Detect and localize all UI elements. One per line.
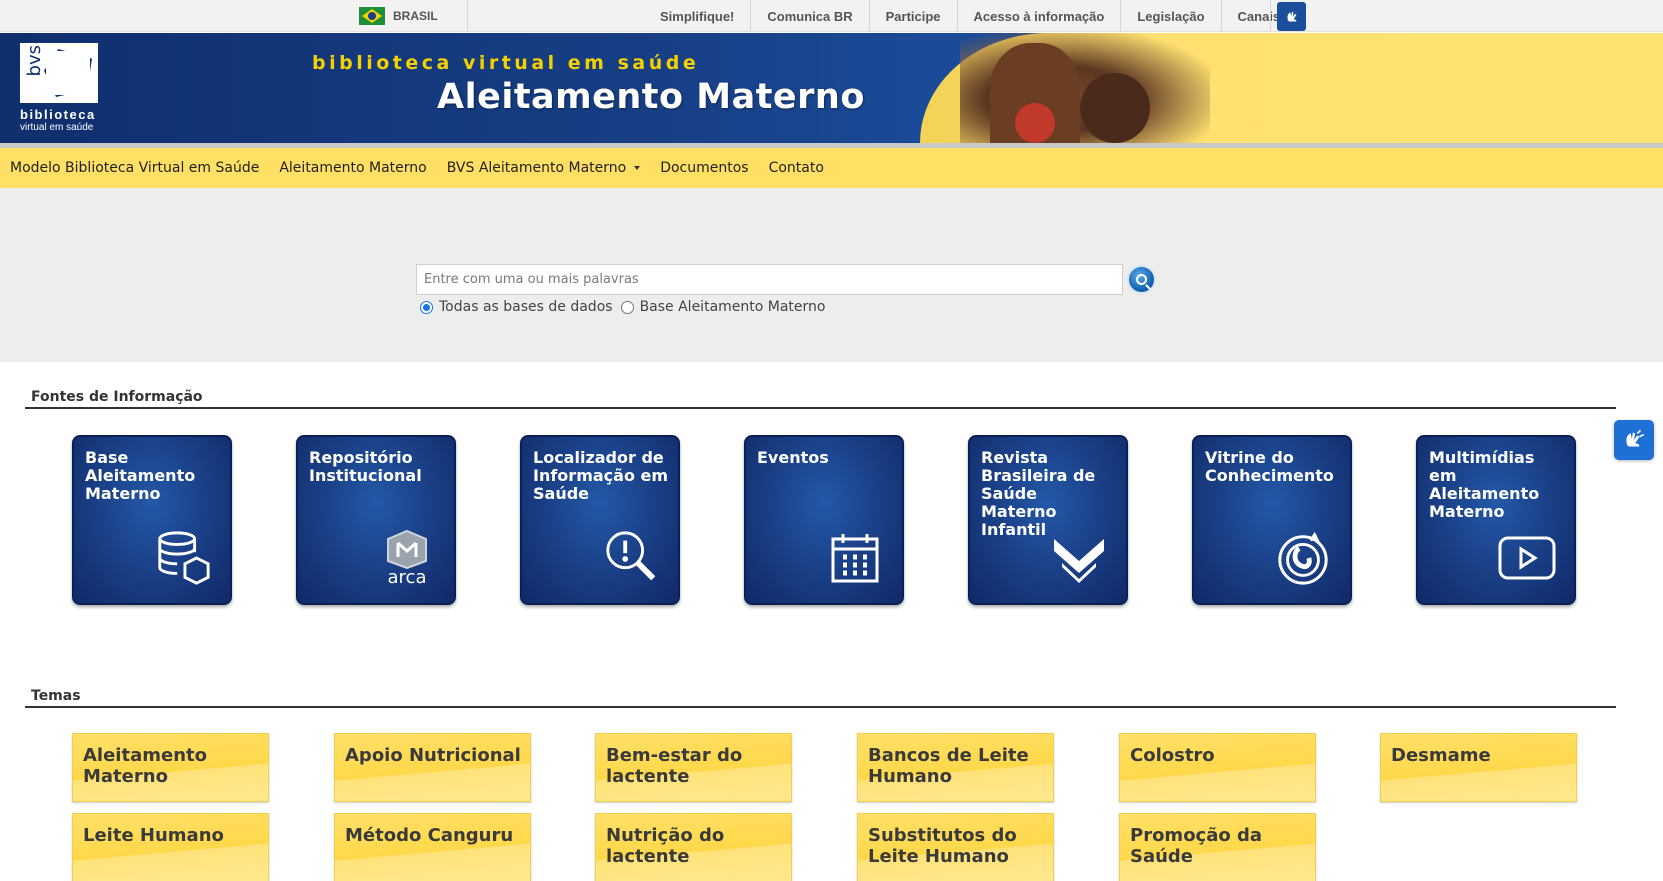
tema-desmame[interactable]: Desmame bbox=[1380, 733, 1577, 802]
gov-divider bbox=[1270, 0, 1271, 32]
gov-link-acesso-informacao[interactable]: Acesso à informação bbox=[958, 0, 1122, 32]
magnifier-icon bbox=[602, 529, 660, 587]
source-card-title: Localizador de Informação em Saúde bbox=[533, 448, 669, 503]
database-icon bbox=[154, 529, 212, 587]
gov-link-legislacao[interactable]: Legislação bbox=[1121, 0, 1222, 32]
temas-section-title: Temas bbox=[31, 688, 81, 704]
tema-nutricao-lactente[interactable]: Nutrição do lactente bbox=[595, 813, 792, 881]
source-card-title: Eventos bbox=[757, 448, 829, 467]
page-title: Aleitamento Materno bbox=[437, 77, 865, 117]
sources-grid: Base Aleitamento Materno Repositório Ins… bbox=[72, 435, 1578, 605]
banner-kicker: biblioteca virtual em saúde bbox=[312, 52, 700, 74]
tema-label: Método Canguru bbox=[345, 825, 514, 846]
chevron-down-icon bbox=[634, 166, 641, 170]
sources-section-divider bbox=[25, 407, 1616, 409]
bvs-logo[interactable]: bvs biblioteca virtual em saúde bbox=[18, 43, 98, 133]
tema-label: Promoção da Saúde bbox=[1130, 825, 1263, 867]
search-input[interactable] bbox=[416, 264, 1123, 295]
nav-item-aleitamento-materno[interactable]: Aleitamento Materno bbox=[279, 160, 426, 176]
libras-widget-button[interactable] bbox=[1614, 420, 1654, 460]
radio-base-aleitamento[interactable] bbox=[620, 300, 634, 314]
tema-promocao-saude[interactable]: Promoção da Saúde bbox=[1119, 813, 1316, 881]
source-card-vitrine[interactable]: Vitrine do Conhecimento bbox=[1192, 435, 1352, 605]
nav-item-modelo-bvs[interactable]: Modelo Biblioteca Virtual em Saúde bbox=[10, 160, 259, 176]
tema-label: Colostro bbox=[1130, 745, 1215, 766]
sign-language-icon bbox=[1287, 11, 1296, 21]
tema-label: Substitutos do Leite Humano bbox=[868, 825, 1017, 867]
tema-aleitamento-materno[interactable]: Aleitamento Materno bbox=[72, 733, 269, 802]
nav-item-contato[interactable]: Contato bbox=[769, 160, 824, 176]
nav-item-bvs-aleitamento-dropdown[interactable]: BVS Aleitamento Materno bbox=[446, 160, 641, 176]
banner-photo-mother-children bbox=[960, 33, 1210, 143]
tema-label: Aleitamento Materno bbox=[83, 745, 207, 787]
search-scope-radios: Todas as bases de dados Base Aleitamento… bbox=[420, 299, 833, 315]
source-card-title: Base Aleitamento Materno bbox=[85, 448, 196, 503]
nav-item-label: BVS Aleitamento Materno bbox=[446, 160, 627, 176]
search-icon bbox=[1136, 274, 1147, 285]
sign-language-icon bbox=[1626, 429, 1645, 447]
source-card-multimidias[interactable]: Multimídias em Aleitamento Materno bbox=[1416, 435, 1576, 605]
tema-label: Bancos de Leite Humano bbox=[868, 745, 1029, 787]
bvs-logo-mark: bvs bbox=[20, 43, 98, 103]
country-label: BRASIL bbox=[393, 9, 438, 23]
main-nav: Modelo Biblioteca Virtual em Saúde Aleit… bbox=[0, 148, 1663, 188]
source-card-localizador[interactable]: Localizador de Informação em Saúde bbox=[520, 435, 680, 605]
source-card-title: Revista Brasileira de Saúde Materno Infa… bbox=[981, 448, 1096, 539]
country-link[interactable]: BRASIL bbox=[359, 0, 438, 32]
sign-language-button[interactable] bbox=[1277, 2, 1306, 31]
arca-icon-text: arca bbox=[387, 567, 427, 588]
play-icon bbox=[1498, 529, 1556, 587]
temas-section-divider bbox=[25, 706, 1616, 708]
tema-leite-humano[interactable]: Leite Humano bbox=[72, 813, 269, 881]
source-card-title: Repositório Institucional bbox=[309, 448, 422, 485]
source-card-repositorio[interactable]: Repositório Institucional arca bbox=[296, 435, 456, 605]
bvs-logo-line2: virtual em saúde bbox=[20, 122, 94, 133]
tema-label: Bem-estar do lactente bbox=[606, 745, 743, 787]
source-card-title: Multimídias em Aleitamento Materno bbox=[1429, 448, 1540, 521]
tema-bem-estar-lactente[interactable]: Bem-estar do lactente bbox=[595, 733, 792, 802]
tema-label: Desmame bbox=[1391, 745, 1491, 766]
tema-apoio-nutricional[interactable]: Apoio Nutricional bbox=[334, 733, 531, 802]
tema-metodo-canguru[interactable]: Método Canguru bbox=[334, 813, 531, 881]
header-banner: bvs biblioteca virtual em saúde bibliote… bbox=[0, 33, 1663, 143]
nav-item-documentos[interactable]: Documentos bbox=[660, 160, 748, 176]
gov-link-simplifique[interactable]: Simplifique! bbox=[644, 0, 752, 32]
calendar-icon bbox=[826, 529, 884, 587]
brazil-flag-icon bbox=[359, 7, 385, 25]
gov-links: Simplifique! Comunica BR Participe Acess… bbox=[644, 0, 1296, 32]
source-card-revista[interactable]: Revista Brasileira de Saúde Materno Infa… bbox=[968, 435, 1128, 605]
gov-link-comunica-br[interactable]: Comunica BR bbox=[751, 0, 870, 32]
chevrons-icon bbox=[1050, 529, 1108, 587]
vitrine-icon bbox=[1274, 529, 1332, 587]
temas-grid: Aleitamento Materno Apoio Nutricional Be… bbox=[72, 733, 1578, 881]
radio-base-aleitamento-label[interactable]: Base Aleitamento Materno bbox=[640, 299, 826, 315]
gov-divider bbox=[467, 0, 468, 32]
bvs-logo-letters: bvs bbox=[24, 45, 45, 77]
tema-label: Leite Humano bbox=[83, 825, 224, 846]
radio-all-databases[interactable] bbox=[420, 300, 433, 314]
search-button[interactable] bbox=[1127, 265, 1156, 294]
tema-label: Nutrição do lactente bbox=[606, 825, 725, 867]
tema-label: Apoio Nutricional bbox=[345, 745, 521, 766]
arca-icon: arca bbox=[378, 529, 436, 587]
search-area: Todas as bases de dados Base Aleitamento… bbox=[0, 188, 1663, 362]
gov-link-participe[interactable]: Participe bbox=[870, 0, 958, 32]
source-card-title: Vitrine do Conhecimento bbox=[1205, 448, 1334, 485]
radio-all-databases-label[interactable]: Todas as bases de dados bbox=[439, 299, 613, 315]
gov-bar: BRASIL Simplifique! Comunica BR Particip… bbox=[0, 0, 1663, 32]
source-card-base-aleitamento[interactable]: Base Aleitamento Materno bbox=[72, 435, 232, 605]
tema-colostro[interactable]: Colostro bbox=[1119, 733, 1316, 802]
tema-bancos-leite-humano[interactable]: Bancos de Leite Humano bbox=[857, 733, 1054, 802]
source-card-eventos[interactable]: Eventos bbox=[744, 435, 904, 605]
tema-substitutos-leite[interactable]: Substitutos do Leite Humano bbox=[857, 813, 1054, 881]
bvs-logo-line1: biblioteca bbox=[20, 107, 96, 122]
sources-section-title: Fontes de Informação bbox=[31, 389, 203, 405]
